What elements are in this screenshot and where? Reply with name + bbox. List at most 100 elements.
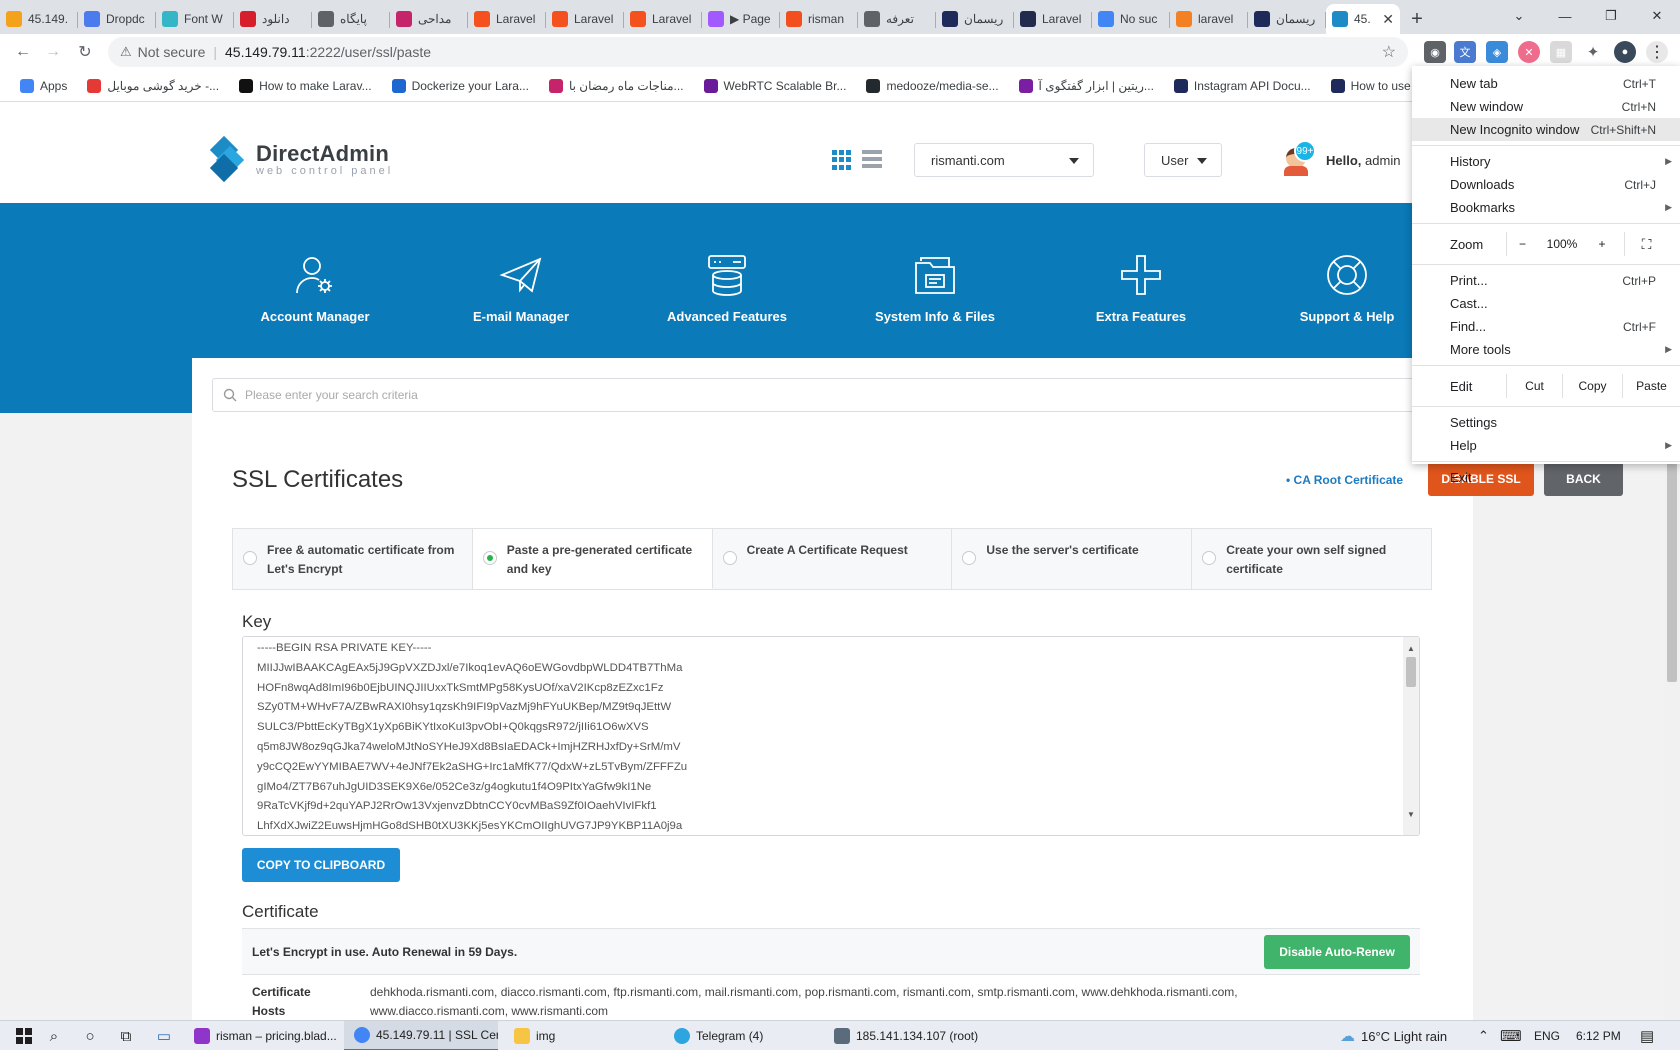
kebab-menu-icon[interactable]: ⋮: [1646, 41, 1668, 63]
notifications-icon[interactable]: ▤: [1640, 1021, 1654, 1050]
zoom-out-button[interactable]: −: [1506, 232, 1538, 256]
extension-icon[interactable]: ◈: [1486, 41, 1508, 63]
zoom-in-button[interactable]: +: [1586, 232, 1618, 256]
bookmark-apps[interactable]: Apps: [12, 73, 75, 99]
browser-tab[interactable]: Laravel: [468, 4, 546, 34]
chevron-up-icon[interactable]: ⌃: [1478, 1021, 1489, 1050]
forward-icon[interactable]: →: [38, 37, 68, 67]
browser-tab[interactable]: Font W: [156, 4, 234, 34]
user-level-select[interactable]: User: [1144, 143, 1222, 177]
taskbar-app[interactable]: 185.141.134.107 (root): [824, 1021, 978, 1050]
browser-tab[interactable]: Laravel: [624, 4, 702, 34]
copy-button[interactable]: Copy: [1562, 374, 1622, 398]
option-self-signed[interactable]: Create your own self signed certificate: [1192, 529, 1431, 589]
browser-tab[interactable]: risman: [780, 4, 858, 34]
extension-icon[interactable]: ◉: [1424, 41, 1446, 63]
radio-button[interactable]: [243, 551, 257, 565]
desktop-app-icon[interactable]: ▭: [154, 1026, 174, 1046]
task-view-icon[interactable]: ⧉: [116, 1026, 136, 1046]
restore-icon[interactable]: ❐: [1588, 0, 1634, 32]
browser-tab[interactable]: ▶ Page: [702, 4, 780, 34]
textarea-scrollbar[interactable]: ▲ ▼: [1403, 637, 1419, 835]
menu-help[interactable]: Help ▶: [1412, 434, 1680, 457]
radio-button[interactable]: [722, 551, 737, 565]
copy-to-clipboard-button[interactable]: COPY TO CLIPBOARD: [242, 848, 400, 882]
scroll-thumb[interactable]: [1406, 657, 1416, 687]
taskbar-app-chrome[interactable]: 45.149.79.11 | SSL Cert...: [344, 1021, 498, 1050]
browser-tab[interactable]: دانلود: [234, 4, 312, 34]
key-textarea[interactable]: -----BEGIN RSA PRIVATE KEY----- MIIJJwIB…: [242, 636, 1420, 836]
domain-select[interactable]: rismanti.com: [914, 143, 1094, 177]
new-tab-button[interactable]: +: [1400, 4, 1434, 34]
scroll-down-icon[interactable]: ▼: [1407, 805, 1415, 825]
taskbar-app[interactable]: risman – pricing.blad...: [184, 1021, 338, 1050]
close-tab-icon[interactable]: ✕: [1382, 11, 1394, 28]
nav-extra-features[interactable]: Extra Features: [1046, 253, 1236, 324]
menu-more-tools[interactable]: More tools ▶: [1412, 338, 1680, 361]
address-bar[interactable]: ⚠ Not secure | 45.149.79.11 :2222/user/s…: [108, 37, 1408, 67]
browser-tab[interactable]: ریسمان: [936, 4, 1014, 34]
translate-extension-icon[interactable]: 文: [1454, 41, 1476, 63]
nav-email-manager[interactable]: E-mail Manager: [426, 253, 616, 324]
browser-tab[interactable]: مداحی: [390, 4, 468, 34]
keyboard-icon[interactable]: ⌨: [1500, 1021, 1522, 1050]
option-certificate-request[interactable]: Create A Certificate Request: [712, 529, 953, 589]
browser-tab-active[interactable]: 45. ✕: [1326, 4, 1400, 34]
back-icon[interactable]: ←: [8, 37, 38, 67]
scroll-up-icon[interactable]: ▲: [1407, 639, 1415, 659]
option-server-certificate[interactable]: Use the server's certificate: [952, 529, 1193, 589]
clock[interactable]: 6:12 PM: [1576, 1021, 1621, 1050]
puzzle-icon[interactable]: ✦: [1582, 41, 1604, 63]
radio-button[interactable]: [1202, 551, 1217, 565]
minimize-icon[interactable]: —: [1542, 0, 1588, 32]
disable-auto-renew-button[interactable]: Disable Auto-Renew: [1264, 935, 1410, 969]
menu-downloads[interactable]: Downloads Ctrl+J: [1412, 173, 1680, 196]
search-input[interactable]: Please enter your search criteria: [212, 378, 1452, 412]
nav-account-manager[interactable]: Account Manager: [220, 253, 410, 324]
grid-view-icon[interactable]: [832, 150, 852, 170]
menu-cast[interactable]: Cast...: [1412, 292, 1680, 315]
menu-find[interactable]: Find... Ctrl+F: [1412, 315, 1680, 338]
browser-tab[interactable]: 45.149.: [0, 4, 78, 34]
bookmark-item[interactable]: مناجات ماه رمضان با...: [541, 73, 692, 99]
taskbar-app[interactable]: img: [504, 1021, 658, 1050]
browser-tab[interactable]: No suc: [1092, 4, 1170, 34]
browser-tab[interactable]: پایگاه: [312, 4, 390, 34]
menu-settings[interactable]: Settings: [1412, 411, 1680, 434]
menu-print[interactable]: Print... Ctrl+P: [1412, 269, 1680, 292]
extension-icon[interactable]: ▦: [1550, 41, 1572, 63]
taskbar-app[interactable]: Telegram (4): [664, 1021, 818, 1050]
bookmark-item[interactable]: Dockerize your Lara...: [384, 73, 537, 99]
menu-new-incognito-window[interactable]: New Incognito window Ctrl+Shift+N: [1412, 118, 1680, 141]
menu-new-window[interactable]: New window Ctrl+N: [1412, 95, 1680, 118]
option-letsencrypt[interactable]: Free & automatic certificate from Let's …: [233, 529, 473, 589]
menu-exit[interactable]: Exit: [1412, 466, 1680, 489]
browser-tab[interactable]: تعرفه: [858, 4, 936, 34]
bookmark-star-icon[interactable]: ☆: [1382, 42, 1396, 62]
browser-tab[interactable]: Dropdc: [78, 4, 156, 34]
search-icon[interactable]: ⌕: [44, 1026, 64, 1046]
profile-avatar[interactable]: ●: [1614, 41, 1636, 63]
browser-tab[interactable]: laravel: [1170, 4, 1248, 34]
extension-icon[interactable]: ✕: [1518, 41, 1540, 63]
bookmark-item[interactable]: WebRTC Scalable Br...: [696, 73, 855, 99]
menu-new-tab[interactable]: New tab Ctrl+T: [1412, 72, 1680, 95]
language-indicator[interactable]: ENG: [1534, 1021, 1560, 1050]
ca-root-certificate-link[interactable]: • CA Root Certificate: [1286, 473, 1403, 487]
reload-icon[interactable]: ↻: [70, 37, 100, 67]
bookmark-item[interactable]: خرید گوشی موبایل -...: [79, 73, 227, 99]
browser-tab[interactable]: Laravel: [1014, 4, 1092, 34]
menu-bookmarks[interactable]: Bookmarks ▶: [1412, 196, 1680, 219]
cortana-icon[interactable]: ○: [80, 1026, 100, 1046]
radio-button[interactable]: [962, 551, 977, 565]
option-paste-certificate[interactable]: Paste a pre-generated certificate and ke…: [472, 529, 713, 589]
list-view-icon[interactable]: [862, 150, 882, 170]
fullscreen-icon[interactable]: ⛶: [1624, 232, 1668, 256]
bookmark-item[interactable]: ریتین | ابزار گفتگوی آ...: [1011, 73, 1162, 99]
windows-start-icon[interactable]: [14, 1026, 34, 1046]
paste-button[interactable]: Paste: [1622, 374, 1680, 398]
browser-tab[interactable]: Laravel: [546, 4, 624, 34]
menu-history[interactable]: History ▶: [1412, 150, 1680, 173]
nav-advanced-features[interactable]: Advanced Features: [632, 253, 822, 324]
radio-button-selected[interactable]: [482, 551, 497, 565]
